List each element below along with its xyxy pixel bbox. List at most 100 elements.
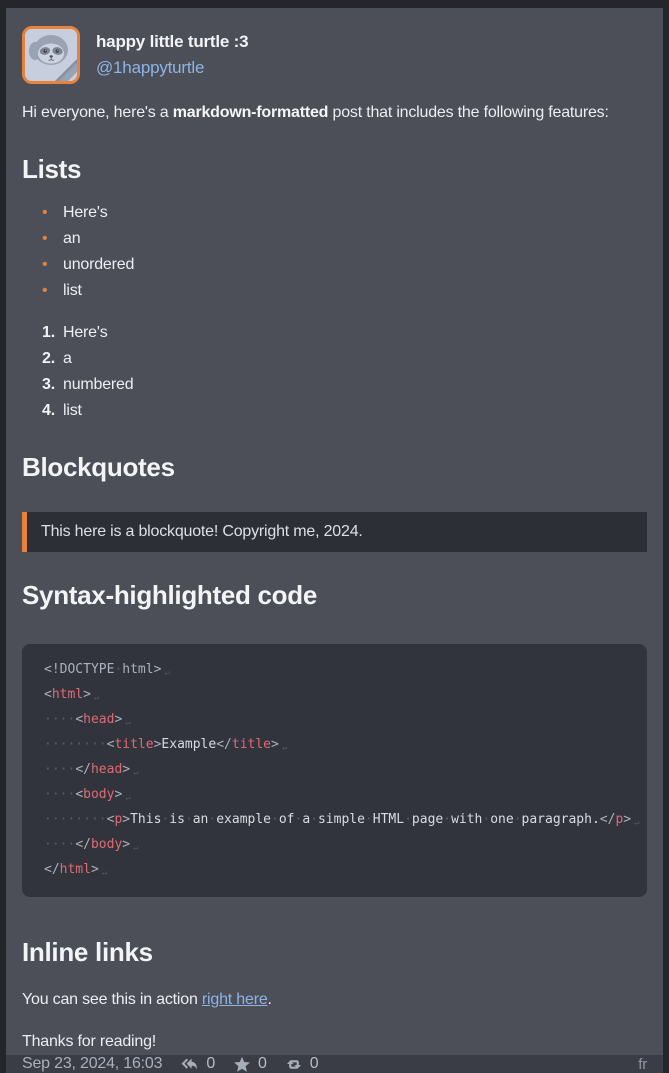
code-line: ····</head>↵ (44, 758, 625, 783)
list-item: 3. numbered (22, 372, 647, 398)
list-item-number: 4. (42, 398, 55, 424)
heading-code: Syntax-highlighted code (22, 580, 647, 610)
newline-marker-icon: ↵ (125, 793, 130, 803)
code-token: one (490, 812, 513, 827)
code-token: html (52, 687, 83, 702)
whitespace-marker: ········ (44, 812, 107, 827)
newline-marker-icon: ↵ (133, 843, 138, 853)
newline-marker-icon: ↵ (164, 668, 169, 678)
code-token: </ (44, 862, 60, 877)
code-token: with (451, 812, 482, 827)
code-token: </ (75, 837, 91, 852)
post-card: happy little turtle :3 @1happyturtle Hi … (6, 8, 663, 1063)
code-token: Example (161, 737, 216, 752)
code-line: ····<head>↵ (44, 708, 625, 733)
code-block: <!DOCTYPE·html>↵<html>↵····<head>↵······… (22, 644, 647, 897)
code-token: title (114, 737, 153, 752)
link-text-pre: You can see this in action (22, 991, 202, 1008)
intro-text-bold: markdown-formatted (173, 104, 329, 121)
code-token: < (75, 787, 83, 802)
whitespace-marker: ···· (44, 762, 75, 777)
whitespace-marker: · (365, 812, 373, 827)
post-content: happy little turtle :3 @1happyturtle Hi … (6, 8, 663, 1055)
author-names: happy little turtle :3 @1happyturtle (96, 32, 248, 78)
avatar[interactable] (22, 26, 80, 84)
post-header: happy little turtle :3 @1happyturtle (22, 26, 647, 84)
bullet-icon: • (42, 226, 47, 252)
code-token: </ (216, 737, 232, 752)
whitespace-marker: · (185, 812, 193, 827)
heading-inline-links: Inline links (22, 937, 647, 967)
list-item: •an (22, 226, 647, 252)
list-item-text: Here's (63, 204, 108, 221)
whitespace-marker: ········ (44, 737, 107, 752)
list-item-number: 1. (42, 320, 55, 346)
list-item-number: 3. (42, 372, 55, 398)
code-token: html (60, 862, 91, 877)
code-token: a (302, 812, 310, 827)
code-token: head (83, 712, 114, 727)
favourite-button[interactable]: 0 (233, 1055, 267, 1073)
outro-paragraph: Thanks for reading! (22, 1029, 647, 1055)
author-handle[interactable]: @1happyturtle (96, 58, 248, 78)
list-item-text: Here's (63, 324, 108, 341)
whitespace-marker: ···· (44, 787, 75, 802)
code-token: an (193, 812, 209, 827)
bullet-icon: • (42, 200, 47, 226)
language-tag: fr (638, 1056, 647, 1073)
code-token: body (91, 837, 122, 852)
code-token: simple (318, 812, 365, 827)
code-token: body (83, 787, 114, 802)
code-token: <!DOCTYPE (44, 662, 114, 677)
whitespace-marker: · (310, 812, 318, 827)
code-token: > (122, 812, 130, 827)
code-line: <html>↵ (44, 683, 625, 708)
code-token: > (271, 737, 279, 752)
bullet-icon: • (42, 252, 47, 278)
boost-button[interactable]: 0 (285, 1055, 319, 1073)
list-item-text: numbered (63, 376, 133, 393)
code-token: > (623, 812, 631, 827)
boost-count: 0 (310, 1055, 319, 1073)
author-display-name: happy little turtle :3 (96, 32, 248, 52)
whitespace-marker: · (404, 812, 412, 827)
list-item-text: list (63, 402, 82, 419)
star-icon (233, 1056, 251, 1073)
inline-link[interactable]: right here (202, 991, 268, 1008)
code-token: </ (600, 812, 616, 827)
code-token: < (44, 687, 52, 702)
bullet-icon: • (42, 278, 47, 304)
list-item: 2.a (22, 346, 647, 372)
whitespace-marker: ···· (44, 837, 75, 852)
code-token: This (130, 812, 161, 827)
newline-marker-icon: ↵ (133, 768, 138, 778)
code-token: > (122, 762, 130, 777)
link-paragraph: You can see this in action right here. (22, 987, 647, 1013)
code-token: example (216, 812, 271, 827)
intro-paragraph: Hi everyone, here's a markdown-formatted… (22, 100, 647, 126)
boost-icon (285, 1057, 303, 1072)
code-token: is (169, 812, 185, 827)
reply-button[interactable]: 0 (180, 1055, 215, 1073)
code-token: < (75, 712, 83, 727)
list-item: 1. Here's (22, 320, 647, 346)
link-text-post: . (268, 991, 272, 1008)
heading-blockquotes: Blockquotes (22, 452, 647, 482)
code-token: html> (122, 662, 161, 677)
code-line: ····<body>↵ (44, 783, 625, 808)
code-token: HTML (373, 812, 404, 827)
code-token: title (232, 737, 271, 752)
code-line: ········<title>Example</title>↵ (44, 733, 625, 758)
code-line: ····</body>↵ (44, 833, 625, 858)
list-item-text: list (63, 282, 82, 299)
code-token: > (91, 862, 99, 877)
status-bar: Sep 23, 2024, 16:03 0 0 0 fr (6, 1055, 663, 1073)
code-token: > (114, 787, 122, 802)
newline-marker-icon: ↵ (125, 718, 130, 728)
sloth-avatar-image (25, 29, 77, 81)
code-token: of (279, 812, 295, 827)
whitespace-marker: · (271, 812, 279, 827)
code-token: > (122, 837, 130, 852)
blockquote: This here is a blockquote! Copyright me,… (22, 512, 647, 552)
code-line: </html>↵ (44, 858, 625, 883)
